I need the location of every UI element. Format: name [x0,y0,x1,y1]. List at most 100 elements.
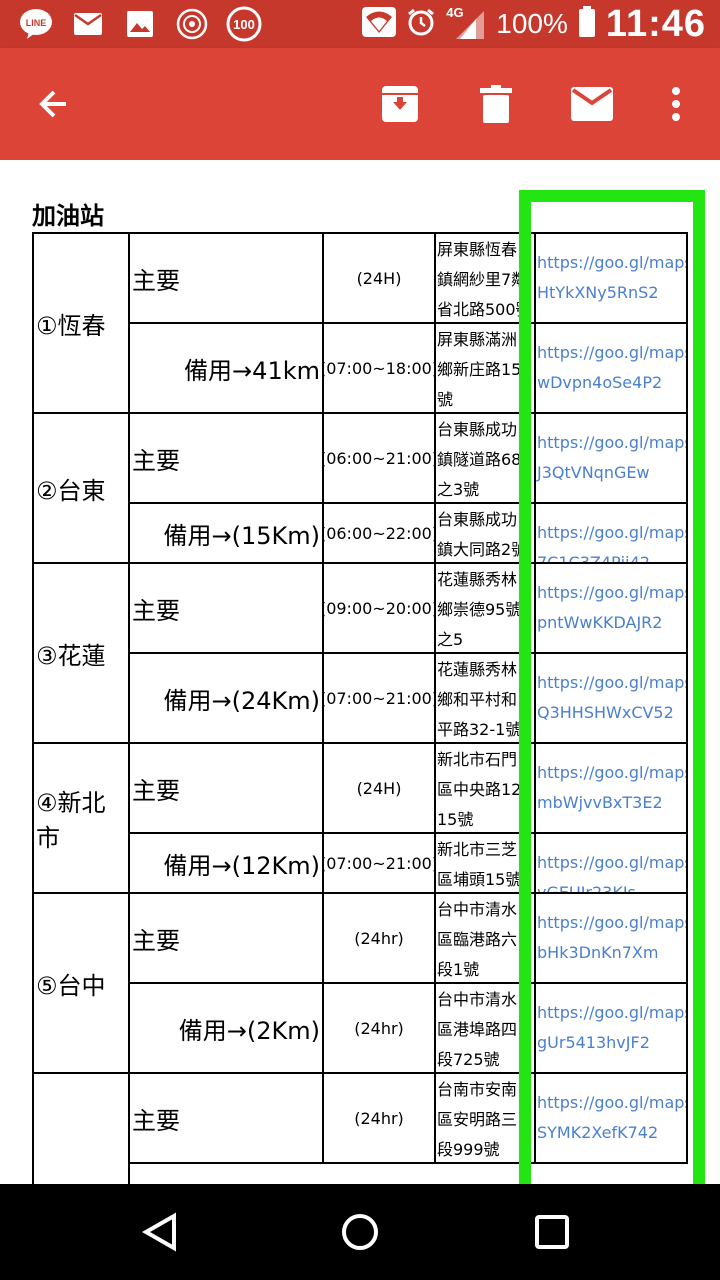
address-line: 屏東縣滿洲 [437,330,518,349]
section-title: 加油站 [32,202,104,230]
opening-hours-cell: (24hr) [322,982,436,1074]
more-vert-icon [672,87,680,121]
address-cell: 台南市安南 區安明路三 段999號 [434,1072,536,1164]
address-line: 台東縣成功 [437,420,518,439]
map-link-text[interactable]: https://goo.gl/maps/ [537,668,686,698]
city-cell: ②台東 [32,412,130,564]
map-link-text[interactable]: J3QtVNqnGEw [537,458,686,488]
nav-recents-button[interactable] [522,1202,582,1262]
map-link-text[interactable]: SYMK2XefK742 [537,1118,686,1148]
map-link[interactable]: https://goo.gl/maps/J3QtVNqnGEw [534,412,688,504]
address-line: 平路32-1號 [437,720,522,739]
map-link-text[interactable]: https://goo.gl/maps/ [537,248,686,278]
map-link-text[interactable]: bHk3DnKn7Xm [537,938,686,968]
map-link-text[interactable]: https://goo.gl/maps/ [537,518,686,548]
address-line: 鎮大同路2號 [437,540,528,559]
address-cell: 屏東縣恆春 鎮網紗里7鄰 省北路500號 [434,232,536,324]
station-type-cell: 備用→(2Km) [128,982,324,1074]
station-type-cell: 主要 [128,1072,324,1164]
image-notification-icon [122,6,158,42]
trash-icon [480,85,512,123]
address-line: 鎮隧道路68 [437,450,522,469]
map-link-text[interactable]: HtYkXNy5RnS2 [537,278,686,308]
opening-hours-cell: (24hr) [322,892,436,984]
address-line: 區臨港路六 [437,930,518,949]
address-cell: 花蓮縣秀林 鄉和平村和 平路32-1號 [434,652,536,744]
map-link-text[interactable]: gUr5413hvJF2 [537,1028,686,1058]
map-link-text[interactable]: wDvpn4oSe4P2 [537,368,686,398]
map-link-text[interactable]: https://goo.gl/maps/ [537,578,686,608]
city-cell: ③花蓮 [32,562,130,744]
station-type-cell: 主要 [128,412,324,504]
address-line: 鎮網紗里7鄰 [437,270,528,289]
nav-home-button[interactable] [330,1202,390,1262]
map-link[interactable]: https://goo.gl/maps/yGEUJr23KJs [534,832,688,894]
opening-hours-cell: (06:00~22:00) [322,502,436,564]
station-type-cell: 主要 [128,232,324,324]
station-type-cell: 主要 [128,562,324,654]
mail-icon [571,87,613,121]
map-link[interactable]: https://goo.gl/maps/7C1C3Z4Pji42 [534,502,688,564]
map-link-text[interactable]: pntWwKKDAJR2 [537,608,686,638]
opening-hours-cell: (24H) [322,742,436,834]
address-line: 鄉新庄路15 [437,360,522,379]
wifi-icon [362,7,397,41]
map-link[interactable]: https://goo.gl/maps/mbWjvvBxT3E2 [534,742,688,834]
opening-hours-cell: (24hr) [322,1072,436,1164]
map-link[interactable]: https://goo.gl/maps/Q3HHSHWxCV52 [534,652,688,744]
city-cell: ①恆春 [32,232,130,414]
address-cell: 屏東縣滿洲鄉新庄路15 號 [434,322,536,414]
back-button[interactable] [26,76,82,132]
address-line: 號 [437,390,454,409]
map-link-text[interactable]: https://goo.gl/maps/ [537,908,686,938]
station-type-cell: 備用→(12Km) [128,832,324,894]
cell-signal-icon: 4G [446,5,486,41]
map-link-text[interactable]: https://goo.gl/maps/ [537,758,686,788]
address-cell: 台東縣成功 鎮隧道路68 之3號 [434,412,536,504]
map-link[interactable]: https://goo.gl/maps/HtYkXNy5RnS2 [534,232,688,324]
archive-icon [382,86,418,122]
address-line: 區埔頭15號 [437,870,522,889]
map-link-text[interactable]: https://goo.gl/maps/ [537,848,686,878]
map-link[interactable]: https://goo.gl/maps/gUr5413hvJF2 [534,982,688,1074]
nav-back-button[interactable] [130,1202,190,1262]
address-line: 新北市石門 [437,750,518,769]
map-link-text[interactable]: https://goo.gl/maps/ [537,428,686,458]
mark-unread-button[interactable] [564,76,620,132]
square-recents-icon [535,1215,569,1249]
address-line: 段725號 [437,1050,500,1069]
map-link[interactable]: https://goo.gl/maps/bHk3DnKn7Xm [534,892,688,984]
navigation-bar [0,1184,720,1280]
address-cell: 台中市清水 區港埠路四 段725號 [434,982,536,1074]
battery-icon [578,6,596,42]
address-line: 15號 [437,810,474,829]
station-type-cell: 主要 [128,892,324,984]
map-link[interactable]: https://goo.gl/maps/wDvpn4oSe4P2 [534,322,688,414]
station-type-cell: 備用→41km [128,322,324,414]
address-line: 台東縣成功 [437,510,518,529]
map-link-text[interactable]: mbWjvvBxT3E2 [537,788,686,818]
address-line: 之5 [437,630,464,649]
address-line: 台中市清水 [437,990,518,1009]
map-link-text[interactable]: https://goo.gl/maps/ [537,1088,686,1118]
radio-notification-icon [174,6,210,42]
opening-hours-cell: (06:00~21:00) [322,412,436,504]
archive-button[interactable] [372,76,428,132]
address-cell: 花蓮縣秀林 鄉崇德95號 之5 [434,562,536,654]
address-line: 鄉和平村和 [437,690,518,709]
email-body[interactable]: 加油站 主要 (24H) 屏東縣恆春 鎮網紗里7鄰 省北路500號 https://goo… [0,160,720,1184]
map-link[interactable]: https://goo.gl/maps/pntWwKKDAJR2 [534,562,688,654]
more-options-button[interactable] [648,76,704,132]
address-line: 花蓮縣秀林 [437,570,518,589]
delete-button[interactable] [468,76,524,132]
map-link[interactable]: https://goo.gl/maps/SYMK2XefK742 [534,1072,688,1164]
map-link-text[interactable]: Q3HHSHWxCV52 [537,698,686,728]
city-cell: ⑥台南 [32,1072,130,1184]
station-type-cell: 備用→(15Km) [128,502,324,564]
line-app-icon: LINE [18,6,54,42]
map-link-text[interactable]: https://goo.gl/maps/ [537,338,686,368]
station-type-cell: 主要 [128,742,324,834]
map-link-text[interactable]: https://goo.gl/maps/ [537,998,686,1028]
opening-hours-cell: (09:00~20:00) [322,562,436,654]
address-line: 省北路500號 [437,300,532,319]
